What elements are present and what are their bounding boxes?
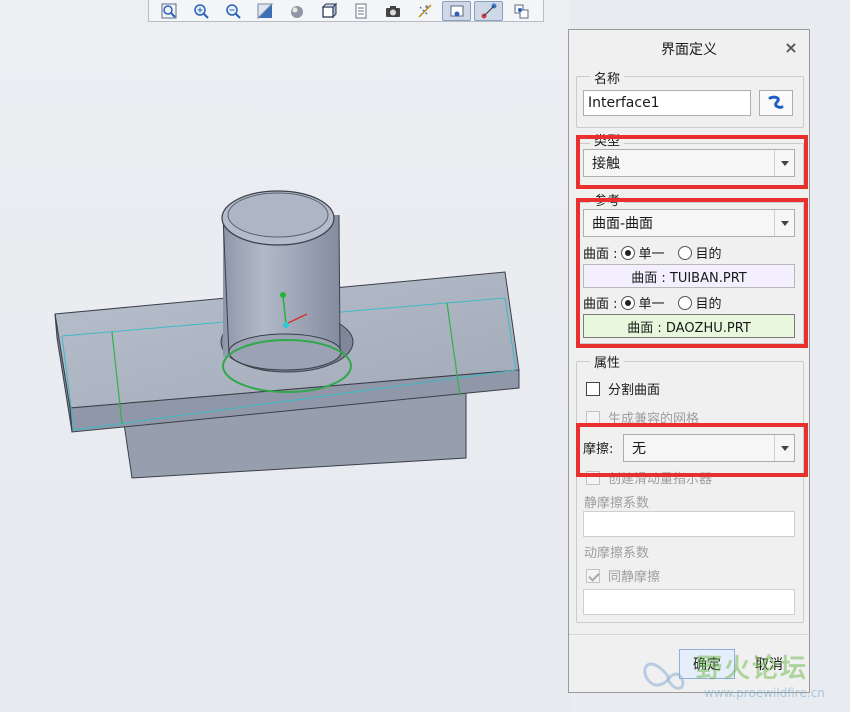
watermark: 野火论坛 www.proewildfire.cn [636, 644, 850, 712]
surface1-target-label: 目的 [695, 247, 722, 262]
name-group-label: 名称 [590, 68, 625, 87]
slip-indicator-checkbox[interactable] [586, 470, 600, 485]
dialog-title: 界面定义 [661, 42, 717, 58]
compatible-mesh-label: 生成兼容的网格 [608, 412, 700, 427]
color-picker-button[interactable] [759, 90, 793, 116]
close-icon[interactable]: × [783, 40, 799, 56]
zoom-out-icon[interactable] [218, 1, 247, 21]
surface1-reference-collector[interactable]: 曲面 : TUIBAN.PRT [583, 264, 795, 288]
split-surface-row: 分割曲面 [586, 379, 660, 398]
view-toolbar: * [148, 0, 544, 22]
watermark-url: www.proewildfire.cn [704, 686, 825, 700]
static-coef-input[interactable] [583, 511, 795, 537]
surface2-label: 曲面 : [583, 297, 618, 312]
friction-label: 摩擦: [583, 442, 614, 457]
static-coef-label: 静摩擦系数 [584, 496, 650, 511]
reference-type-select[interactable]: 曲面-曲面 [583, 209, 795, 237]
surface1-single-radio[interactable] [620, 245, 635, 260]
annotation-display-icon[interactable] [474, 0, 503, 21]
type-group-label: 类型 [590, 130, 625, 149]
shading-icon[interactable] [282, 1, 311, 21]
split-surface-checkbox[interactable] [586, 381, 600, 396]
friction-select-value: 无 [632, 441, 646, 457]
point-display-icon[interactable] [506, 1, 535, 21]
svg-text:*: * [425, 4, 429, 12]
friction-label-row: 摩擦: [583, 438, 613, 457]
color-swatch-icon [768, 95, 784, 109]
dynamic-coef-label: 动摩擦系数 [584, 546, 650, 561]
surface1-label: 曲面 : [583, 247, 618, 262]
datum-display-icon[interactable]: * [410, 1, 439, 21]
surface1-target-radio[interactable] [677, 245, 692, 260]
butterfly-logo-icon [643, 662, 685, 690]
surface2-target-label: 目的 [695, 297, 722, 312]
repaint-icon[interactable] [250, 1, 279, 21]
compatible-mesh-checkbox[interactable] [586, 410, 600, 425]
spin-center-icon[interactable] [442, 0, 471, 21]
surface2-single-label: 单一 [638, 297, 665, 312]
same-as-static-row: 同静摩擦 [586, 566, 660, 585]
display-style-icon[interactable] [314, 1, 343, 21]
surface1-options-row: 曲面 : 单一 目的 [583, 243, 722, 262]
footer-divider [569, 634, 809, 635]
screenshot-icon[interactable] [378, 1, 407, 21]
surface2-options-row: 曲面 : 单一 目的 [583, 293, 722, 312]
same-as-static-label: 同静摩擦 [608, 570, 661, 585]
chevron-down-icon[interactable] [774, 150, 794, 176]
name-input[interactable]: Interface1 [583, 90, 751, 116]
split-surface-label: 分割曲面 [608, 383, 661, 398]
chevron-down-icon[interactable] [774, 435, 794, 461]
friction-select[interactable]: 无 [623, 434, 795, 462]
surface1-single-label: 单一 [638, 247, 665, 262]
graphics-viewport[interactable] [0, 0, 570, 712]
compatible-mesh-row: 生成兼容的网格 [586, 408, 699, 427]
zoom-in-icon[interactable] [186, 1, 215, 21]
surface2-target-radio[interactable] [677, 295, 692, 310]
pin-part [221, 190, 352, 393]
slip-indicator-label: 创建滑动量指示器 [608, 472, 713, 487]
type-select[interactable]: 接触 [583, 149, 795, 177]
dynamic-coef-input[interactable] [583, 589, 795, 615]
properties-group-label: 属性 [590, 352, 625, 371]
surface2-reference-collector[interactable]: 曲面 : DAOZHU.PRT [583, 314, 795, 338]
3d-model-view[interactable] [0, 0, 570, 712]
same-as-static-checkbox[interactable] [586, 568, 600, 583]
reference-type-value: 曲面-曲面 [592, 216, 654, 232]
zoom-fit-icon[interactable] [154, 1, 183, 21]
saved-views-icon[interactable] [346, 1, 375, 21]
slip-indicator-row: 创建滑动量指示器 [586, 468, 712, 487]
surface2-single-radio[interactable] [620, 295, 635, 310]
watermark-text: 野火论坛 [696, 654, 809, 684]
chevron-down-icon[interactable] [774, 210, 794, 236]
interface-definition-dialog: 界面定义 × 名称 Interface1 类型 接触 参考 曲面-曲面 曲面 :… [568, 29, 810, 693]
references-group-label: 参考 [590, 190, 625, 209]
type-select-value: 接触 [592, 156, 620, 172]
